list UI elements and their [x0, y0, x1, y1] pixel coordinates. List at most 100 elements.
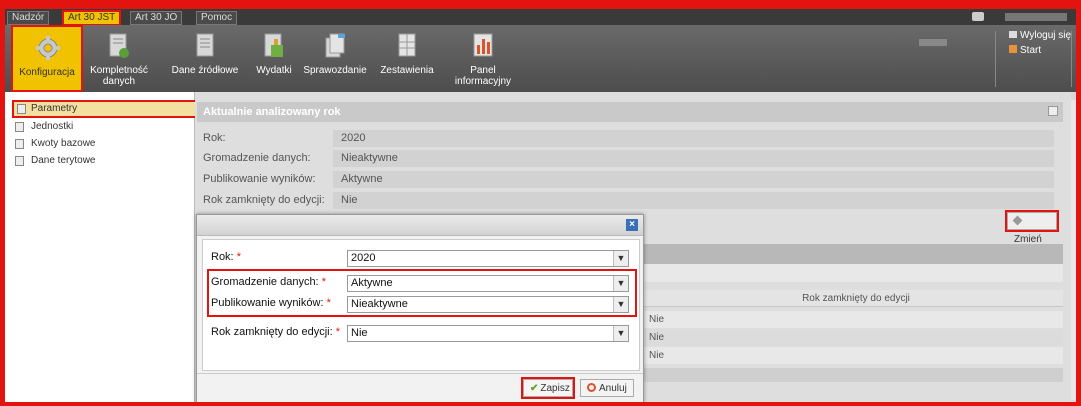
- start-link[interactable]: Start: [1009, 45, 1041, 56]
- field-label: Publikowanie wyników: *: [211, 297, 331, 309]
- ribbon-sprawozdanie[interactable]: Sprawozdanie: [301, 25, 369, 92]
- edit-year-dialog: × Rok: * 2020 ▼ Gromadzenie danych: * Akt…: [196, 214, 644, 403]
- spreadsheet-icon: [398, 33, 416, 57]
- param-row-publikowanie: Publikowanie wyników: Aktywne: [195, 170, 1061, 189]
- nav-tab-art30-jo[interactable]: Art 30 JO: [130, 11, 183, 25]
- cancel-button-label: Anuluj: [599, 383, 627, 394]
- close-icon[interactable]: ×: [626, 219, 638, 231]
- ribbon-dane-zrodlowe[interactable]: Dane źródłowe: [171, 25, 239, 92]
- grid-cell: Nie: [643, 329, 1063, 346]
- grid-column-header[interactable]: Rok zamknięty do edycji: [643, 290, 1063, 307]
- instruction-banner: [0, 0, 1081, 9]
- param-value: Nieaktywne: [333, 150, 1054, 167]
- ribbon-zestawienia[interactable]: Zestawienia: [375, 25, 439, 92]
- pencil-icon: [1012, 215, 1023, 226]
- panel-header: Aktualnie analizowany rok: [197, 102, 1063, 122]
- publikowanie-select[interactable]: Nieaktywne ▼: [347, 296, 629, 313]
- sidebar-item-jednostki[interactable]: Jednostki: [5, 120, 73, 134]
- required-mark: *: [321, 276, 326, 288]
- sidebar-item-kwoty-bazowe[interactable]: Kwoty bazowe: [5, 137, 95, 151]
- ribbon-label: Wydatki: [256, 65, 292, 76]
- report-icon: [325, 33, 345, 58]
- field-label: Gromadzenie danych: *: [211, 276, 326, 288]
- document-icon: [17, 104, 26, 114]
- field-label: Rok: *: [211, 251, 241, 263]
- field-label: Rok zamknięty do edycji: *: [211, 326, 340, 338]
- chevron-down-icon[interactable]: ▼: [613, 276, 628, 291]
- ribbon-separator: [1071, 31, 1072, 87]
- logout-icon: [1009, 31, 1017, 38]
- param-label: Rok:: [203, 132, 226, 144]
- nav-tab-nadzor[interactable]: Nadzór: [7, 11, 50, 25]
- cancel-icon: [587, 383, 596, 392]
- required-mark: *: [236, 251, 241, 263]
- param-value: 2020: [333, 130, 1054, 147]
- select-value: Nieaktywne: [351, 298, 408, 310]
- document-icon: [196, 33, 214, 57]
- ribbon-konfiguracja[interactable]: Konfiguracja: [11, 25, 83, 92]
- user-name-blurred: [1005, 13, 1067, 21]
- param-row-rok: Rok: 2020: [195, 129, 1061, 148]
- checkmark-icon: ✔: [530, 383, 539, 394]
- sidebar: Parametry Jednostki Kwoty bazowe Dane te…: [5, 92, 213, 402]
- ribbon-label: Konfiguracja: [19, 67, 75, 78]
- ribbon-kompletnosc-danych[interactable]: Kompletność danych: [87, 25, 151, 92]
- field-label-text: Rok zamknięty do edycji:: [211, 326, 333, 338]
- required-mark: *: [326, 297, 331, 309]
- ribbon-label: Sprawozdanie: [303, 65, 367, 76]
- top-navigation: Nadzór Art 30 JST Art 30 JO Pomoc: [5, 9, 1076, 26]
- dialog-header: ×: [197, 215, 643, 236]
- sidebar-item-label: Parametry: [31, 103, 78, 114]
- scrollbar[interactable]: [1071, 100, 1076, 400]
- collapse-icon[interactable]: [1048, 106, 1058, 116]
- nav-tab-pomoc[interactable]: Pomoc: [196, 11, 238, 25]
- field-rok: Rok: * 2020 ▼: [203, 248, 639, 268]
- param-label: Rok zamknięty do edycji:: [203, 194, 325, 206]
- chevron-down-icon[interactable]: ▼: [613, 251, 628, 266]
- ribbon-wydatki[interactable]: Wydatki: [249, 25, 299, 92]
- document-icon: [15, 139, 24, 149]
- param-value: Aktywne: [333, 171, 1054, 188]
- select-value: 2020: [351, 252, 376, 264]
- change-button[interactable]: Zmień: [1005, 210, 1059, 245]
- save-button[interactable]: ✔ Zapisz: [521, 377, 575, 399]
- rok-select[interactable]: 2020 ▼: [347, 250, 629, 267]
- field-gromadzenie-danych: Gromadzenie danych: * Aktywne ▼: [203, 273, 639, 293]
- home-icon: [1009, 45, 1017, 53]
- cancel-button[interactable]: Anuluj: [580, 379, 634, 397]
- sidebar-item-label: Kwoty bazowe: [31, 138, 96, 149]
- required-mark: *: [335, 326, 341, 338]
- field-label-text: Publikowanie wyników:: [211, 297, 324, 309]
- panel-title: Aktualnie analizowany rok: [203, 106, 341, 118]
- grid-cell: Nie: [643, 311, 1063, 328]
- chevron-down-icon[interactable]: ▼: [613, 326, 628, 341]
- param-row-rok-zamkniety: Rok zamknięty do edycji: Nie: [195, 191, 1061, 210]
- document-check-icon: [109, 33, 129, 58]
- chevron-down-icon[interactable]: ▼: [613, 297, 628, 312]
- field-rok-zamkniety: Rok zamknięty do edycji: * Nie ▼: [203, 323, 639, 343]
- rok-zamkniety-select[interactable]: Nie ▼: [347, 325, 629, 342]
- ribbon-panel-informacyjny[interactable]: Panel informacyjny: [451, 25, 515, 92]
- nav-tab-art30-jst[interactable]: Art 30 JST: [62, 10, 122, 26]
- logout-link[interactable]: Wyloguj się: [1009, 30, 1071, 41]
- gromadzenie-select[interactable]: Aktywne ▼: [347, 275, 629, 292]
- sidebar-item-label: Jednostki: [31, 121, 74, 132]
- ribbon-label: Kompletność danych: [90, 65, 148, 87]
- document-chart-icon: [264, 33, 283, 57]
- ribbon-label: Zestawienia: [380, 65, 434, 76]
- param-label: Publikowanie wyników:: [203, 173, 316, 185]
- sidebar-item-dane-terytowe[interactable]: Dane terytowe: [5, 154, 95, 168]
- ribbon-label: Panel informacyjny: [454, 65, 512, 87]
- sidebar-item-label: Dane terytowe: [31, 155, 96, 166]
- select-value: Aktywne: [351, 277, 393, 289]
- bar-chart-icon: [473, 33, 493, 57]
- dialog-form: Rok: * 2020 ▼ Gromadzenie danych: * Aktyw…: [202, 239, 640, 371]
- dialog-footer: ✔ Zapisz Anuluj: [197, 373, 643, 402]
- chat-icon[interactable]: [972, 12, 984, 21]
- logout-label: Wyloguj się: [1020, 30, 1072, 41]
- save-button-label: Zapisz: [540, 383, 570, 394]
- field-label-text: Gromadzenie danych:: [211, 276, 319, 288]
- grid-header-bar: [643, 244, 1063, 264]
- document-icon: [15, 122, 24, 132]
- sidebar-item-parametry[interactable]: Parametry: [12, 100, 213, 118]
